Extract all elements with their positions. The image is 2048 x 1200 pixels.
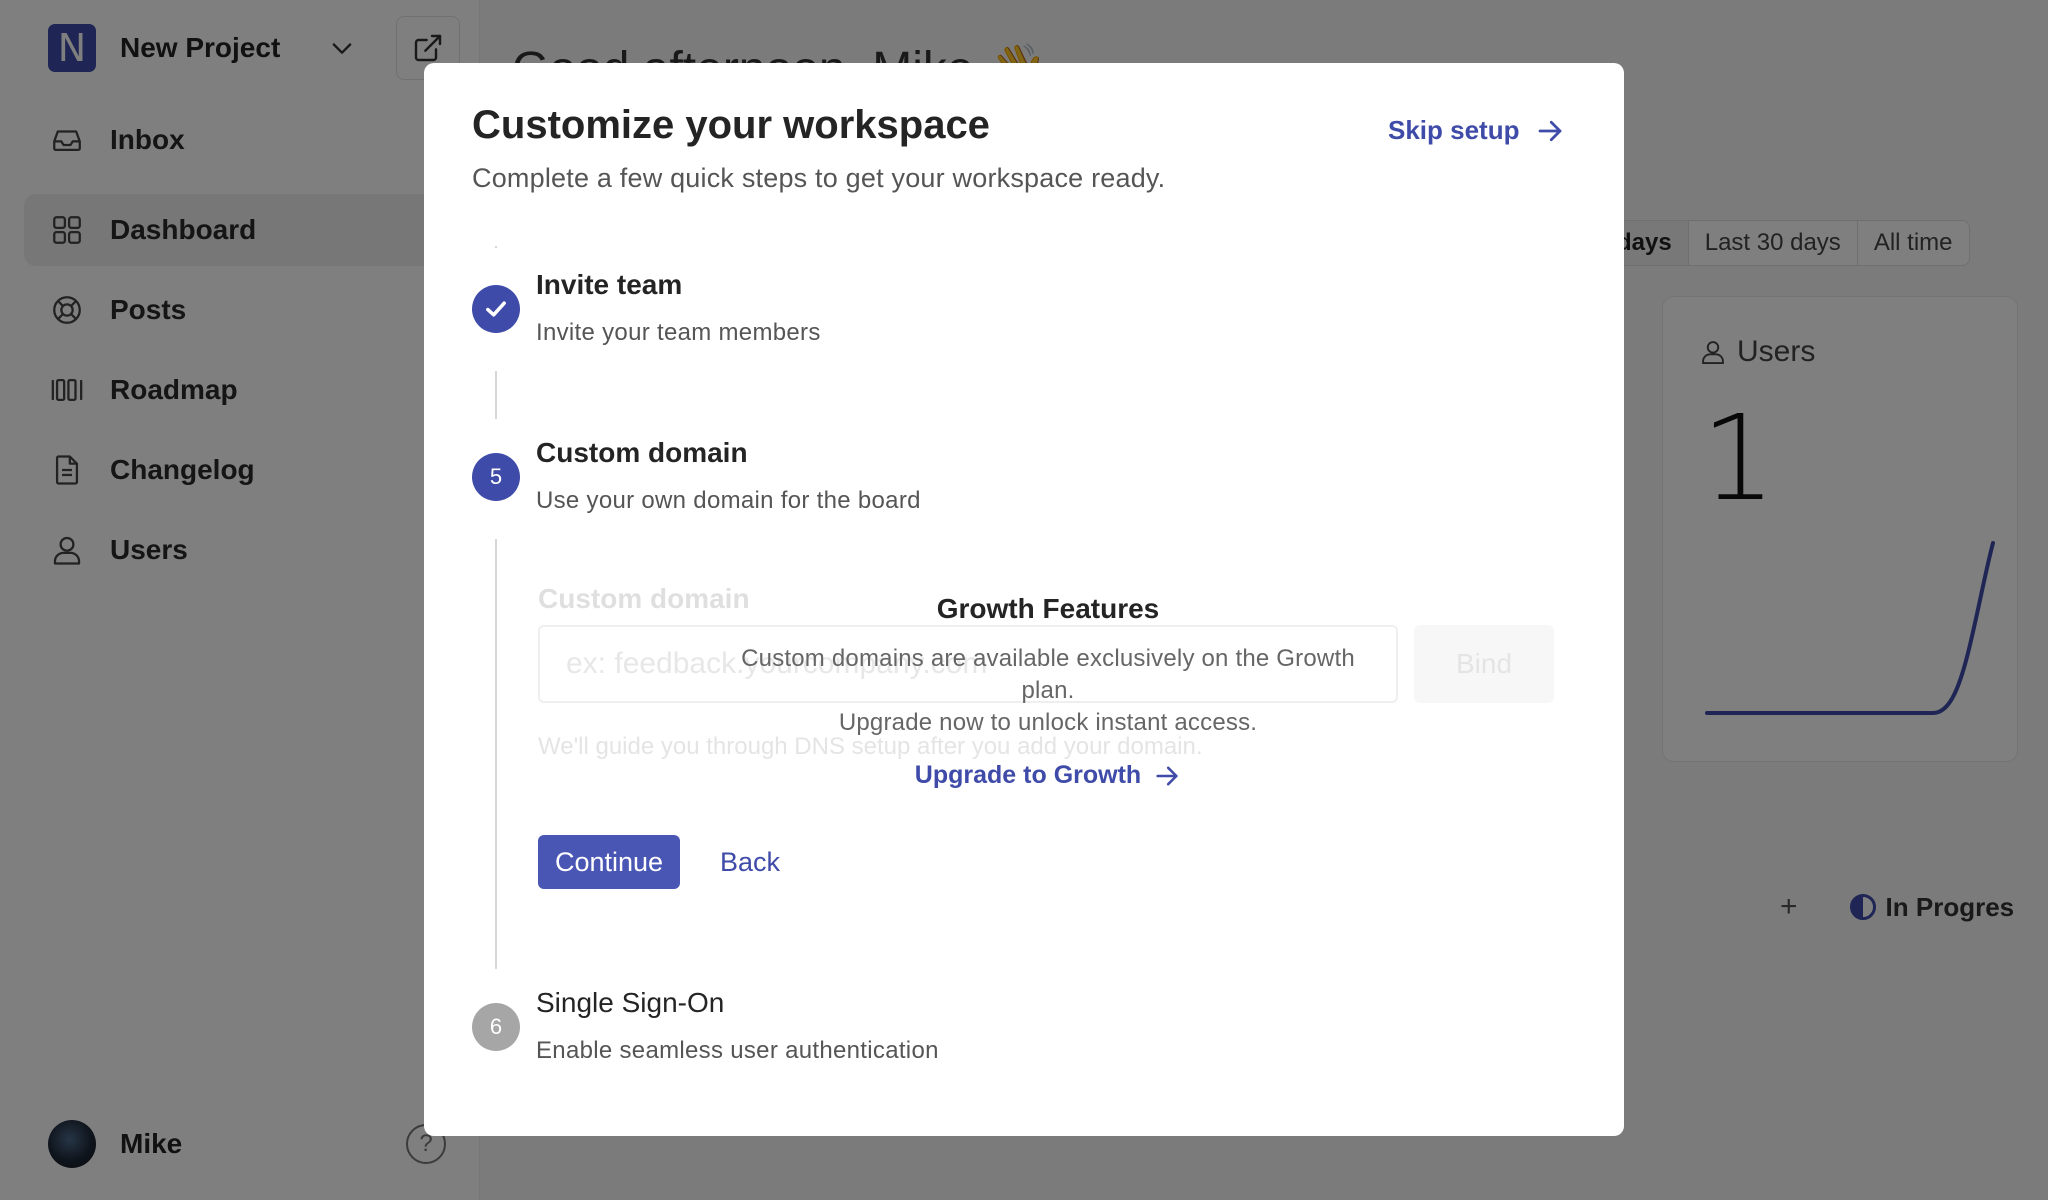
onboarding-modal: Customize your workspace Complete a few … — [424, 63, 1624, 1136]
continue-button[interactable]: Continue — [538, 835, 680, 889]
upgrade-link[interactable]: Upgrade to Growth — [915, 761, 1181, 790]
check-icon — [486, 301, 506, 317]
back-button[interactable]: Back — [720, 835, 780, 889]
bind-button[interactable]: Bind — [1414, 625, 1554, 703]
step-done-indicator — [472, 285, 520, 333]
step-number: 6 — [472, 1003, 520, 1051]
step-title: Single Sign-On — [536, 987, 725, 1018]
modal-subtitle: Complete a few quick steps to get your w… — [472, 163, 1166, 193]
upgrade-title: Growth Features — [936, 593, 1160, 624]
step-number: 5 — [472, 453, 520, 501]
skip-setup-label: Skip setup — [1388, 115, 1520, 145]
step-description: Enable seamless user authentication — [536, 1037, 939, 1064]
step-description: Use your own domain for the board — [536, 487, 921, 514]
arrow-right-icon — [1156, 766, 1178, 785]
step-description: Invite your team members — [536, 319, 821, 346]
upgrade-link-label: Upgrade to Growth — [914, 761, 1142, 789]
step-connector — [495, 539, 497, 969]
upgrade-text-line: Custom domains are available exclusively… — [741, 645, 1355, 704]
step-connector — [495, 246, 497, 248]
upgrade-gate: Growth Features Custom domains are avail… — [714, 593, 1382, 790]
step-connector — [495, 371, 497, 419]
modal-title: Customize your workspace — [472, 103, 990, 147]
upgrade-text: Custom domains are available exclusively… — [714, 643, 1382, 739]
arrow-right-icon — [1539, 120, 1562, 141]
upgrade-text-line: Upgrade now to unlock instant access. — [838, 709, 1258, 736]
step-title: Invite team — [536, 269, 683, 300]
skip-setup-link[interactable]: Skip setup — [1388, 115, 1565, 146]
step-title: Custom domain — [536, 437, 748, 468]
